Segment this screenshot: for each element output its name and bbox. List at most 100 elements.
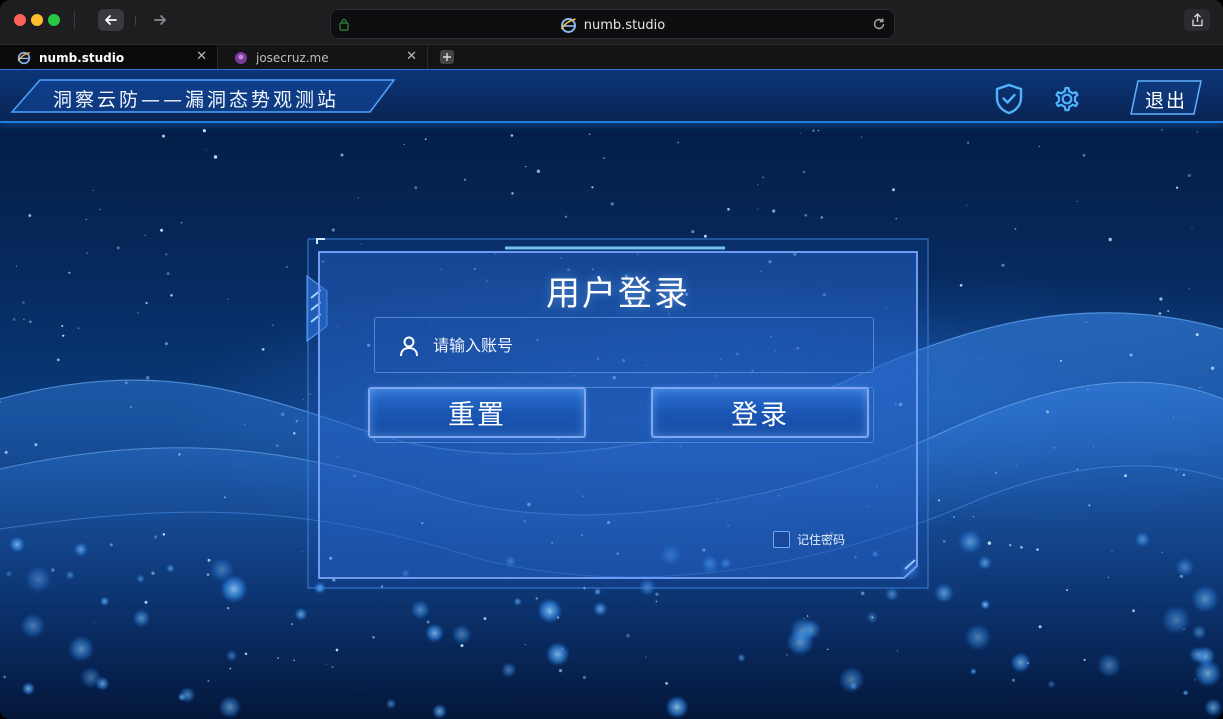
star-particle xyxy=(1195,333,1199,337)
settings-button[interactable] xyxy=(1051,83,1083,115)
username-input[interactable] xyxy=(433,318,853,372)
star-particle xyxy=(162,134,165,138)
star-particle xyxy=(804,213,808,217)
star-particle xyxy=(525,165,527,168)
arrow-left-icon xyxy=(105,15,117,25)
star-particle xyxy=(665,682,668,685)
star-particle xyxy=(227,298,229,300)
bokeh-light xyxy=(8,536,26,553)
star-particle xyxy=(170,293,173,297)
star-particle xyxy=(1107,576,1109,578)
star-particle xyxy=(331,228,335,232)
remember-password[interactable]: 记住密码 xyxy=(773,531,845,548)
star-particle xyxy=(762,176,765,179)
star-particle xyxy=(980,359,983,361)
bokeh-light xyxy=(451,624,472,645)
star-particle xyxy=(145,301,148,305)
close-window-button[interactable] xyxy=(14,14,26,26)
bokeh-light xyxy=(5,570,13,578)
tab-josecruz-me[interactable]: josecruz.me ✕ xyxy=(218,45,428,70)
star-particle xyxy=(1160,129,1163,131)
star-particle xyxy=(1092,446,1095,448)
forward-button[interactable] xyxy=(147,9,173,31)
toolbar-divider xyxy=(74,10,75,30)
bokeh-light xyxy=(21,681,36,696)
ie-favicon-icon xyxy=(17,51,31,64)
star-particle xyxy=(144,234,146,237)
star-particle xyxy=(426,620,430,624)
star-particle xyxy=(564,215,568,218)
star-particle xyxy=(1161,551,1163,554)
minimize-window-button[interactable] xyxy=(31,14,43,26)
star-particle xyxy=(1182,473,1186,477)
address-bar[interactable]: numb.studio xyxy=(330,9,895,39)
star-particle xyxy=(56,358,60,362)
star-particle xyxy=(261,348,265,351)
star-particle xyxy=(77,327,80,330)
bokeh-light xyxy=(957,529,983,555)
star-particle xyxy=(280,412,285,417)
star-particle xyxy=(1123,474,1128,478)
star-particle xyxy=(994,471,998,475)
zoom-window-button[interactable] xyxy=(48,14,60,26)
star-particle xyxy=(153,535,158,539)
star-particle xyxy=(189,463,191,465)
star-particle xyxy=(151,571,155,575)
bokeh-light xyxy=(964,623,992,651)
star-particle xyxy=(645,656,647,658)
star-particle xyxy=(293,659,295,662)
username-field[interactable] xyxy=(374,317,874,373)
star-particle xyxy=(325,664,327,666)
tab-numb-studio[interactable]: numb.studio ✕ xyxy=(0,45,218,70)
star-particle xyxy=(357,197,359,199)
login-button[interactable]: 登录 xyxy=(651,387,869,438)
star-particle xyxy=(1076,468,1079,470)
bokeh-light xyxy=(1174,557,1195,577)
star-particle xyxy=(124,381,128,385)
star-particle xyxy=(93,621,96,624)
star-particle xyxy=(227,607,230,610)
remember-checkbox[interactable] xyxy=(773,531,790,548)
tab-label: josecruz.me xyxy=(256,50,329,65)
bokeh-light xyxy=(500,662,517,678)
star-particle xyxy=(285,265,288,268)
bokeh-light xyxy=(977,555,993,570)
star-particle xyxy=(403,143,405,145)
close-tab-icon[interactable]: ✕ xyxy=(406,49,417,64)
star-particle xyxy=(536,169,541,174)
close-tab-icon[interactable]: ✕ xyxy=(196,49,207,64)
star-particle xyxy=(213,155,218,159)
star-particle xyxy=(180,221,183,224)
bokeh-light xyxy=(1161,605,1191,635)
star-particle xyxy=(3,675,6,679)
star-particle xyxy=(207,558,211,562)
reset-button[interactable]: 重置 xyxy=(368,387,586,438)
star-particle xyxy=(1038,625,1042,629)
star-particle xyxy=(558,668,563,673)
back-button[interactable] xyxy=(98,9,124,31)
star-particle xyxy=(677,141,680,144)
new-tab-button[interactable] xyxy=(440,50,454,64)
star-particle xyxy=(340,153,344,157)
bokeh-light xyxy=(424,623,445,643)
reload-icon[interactable] xyxy=(872,17,886,31)
star-particle xyxy=(802,170,806,174)
star-particle xyxy=(292,432,296,435)
bokeh-light xyxy=(20,613,46,639)
star-particle xyxy=(164,342,168,346)
star-particle xyxy=(891,188,896,192)
security-button[interactable] xyxy=(993,83,1025,115)
star-particle xyxy=(244,652,248,656)
star-particle xyxy=(972,516,975,518)
star-particle xyxy=(51,568,55,572)
star-particle xyxy=(302,398,304,400)
star-particle xyxy=(160,228,164,232)
share-button[interactable] xyxy=(1184,9,1210,31)
star-particle xyxy=(202,129,206,133)
bokeh-light xyxy=(1047,680,1056,689)
url-text: numb.studio xyxy=(583,18,666,33)
logout-button[interactable]: 退出 xyxy=(1130,80,1202,115)
star-particle xyxy=(331,665,334,668)
bokeh-light xyxy=(1182,689,1189,696)
star-particle xyxy=(1108,237,1112,242)
